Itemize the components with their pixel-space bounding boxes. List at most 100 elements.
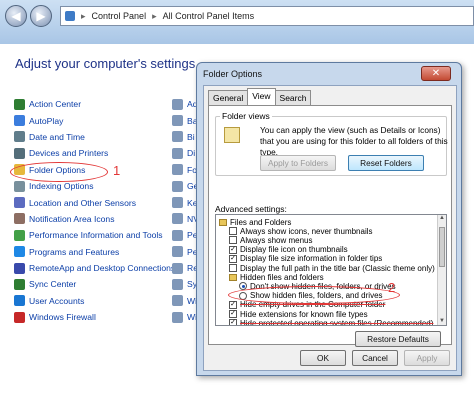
control-panel-item-icon <box>14 131 25 143</box>
scroll-down-arrow-icon[interactable]: ▼ <box>438 318 446 325</box>
checkbox[interactable]: ✓ <box>229 319 237 325</box>
folder-options-dialog: Folder Options ✕ General View Search Fol… <box>196 62 462 376</box>
advanced-settings-scrollbar[interactable]: ▲ ▼ <box>437 215 446 325</box>
breadcrumb-control-panel[interactable]: Control Panel <box>92 11 147 21</box>
control-panel-item[interactable]: Performance Information and Tools <box>14 227 175 243</box>
restore-defaults-button[interactable]: Restore Defaults <box>355 331 441 347</box>
control-panel-item[interactable]: Programs and Features <box>14 244 175 260</box>
control-panel-item[interactable]: Devices and Printers <box>14 145 175 161</box>
control-panel-item-label: Programs and Features <box>29 246 120 257</box>
control-panel-item-label: Di <box>187 148 196 159</box>
control-panel-item-label: Notification Area Icons <box>29 213 115 224</box>
control-panel-item[interactable]: RemoteApp and Desktop Connections <box>14 260 175 276</box>
control-panel-item-icon <box>172 229 183 241</box>
control-panel-icon <box>65 11 75 21</box>
advanced-setting-label: Display the full path in the title bar (… <box>240 263 435 273</box>
advanced-setting-label: Hide protected operating system files (R… <box>240 318 434 326</box>
apply-button[interactable]: Apply <box>404 350 450 366</box>
checkbox[interactable] <box>229 236 237 245</box>
control-panel-item-icon <box>14 295 25 307</box>
apply-to-folders-button[interactable]: Apply to Folders <box>260 155 336 171</box>
checkbox[interactable]: ✓ <box>229 300 237 309</box>
control-panel-item-label: Action Center <box>29 99 82 110</box>
control-panel-item-icon <box>14 262 25 274</box>
breadcrumb-all-items[interactable]: All Control Panel Items <box>163 11 255 21</box>
control-panel-item-label: Location and Other Sensors <box>29 197 137 208</box>
tab-search[interactable]: Search <box>274 90 312 105</box>
control-panel-item-icon <box>14 278 25 290</box>
control-panel-item-icon <box>172 147 183 159</box>
reset-folders-button[interactable]: Reset Folders <box>348 155 424 171</box>
control-panel-item-icon <box>14 115 25 127</box>
advanced-settings-list[interactable]: ▲ ▼ Files and Folders Always show icons, … <box>215 214 447 326</box>
control-panel-item-icon <box>14 229 25 241</box>
folder-views-description: You can apply the view (such as Details … <box>260 125 448 157</box>
tab-strip: General View Search <box>208 88 312 105</box>
control-panel-item-label: Windows Firewall <box>29 312 96 323</box>
control-panel-item-icon <box>172 197 183 209</box>
control-panel-item-icon <box>172 164 183 176</box>
control-panel-item[interactable]: Windows Firewall <box>14 309 175 325</box>
annotation-ellipse-1 <box>10 162 108 182</box>
control-panel-item[interactable]: Notification Area Icons <box>14 211 175 227</box>
control-panel-item[interactable]: User Accounts <box>14 293 175 309</box>
annotation-number-2: 2 <box>388 280 396 295</box>
control-panel-item-label: AutoPlay <box>29 115 64 126</box>
control-panel-item-icon <box>172 115 183 127</box>
folder-icon <box>219 218 227 226</box>
advanced-setting-label: Files and Folders <box>230 217 292 227</box>
control-panel-item-label: RemoteApp and Desktop Connections <box>29 263 176 274</box>
scrollbar-thumb[interactable] <box>439 227 445 267</box>
folder-icon <box>229 273 237 281</box>
advanced-settings-label: Advanced settings: <box>215 204 287 214</box>
control-panel-item-label: Indexing Options <box>29 181 94 192</box>
control-panel-item[interactable]: Date and Time <box>14 129 175 145</box>
checkbox[interactable] <box>229 264 237 272</box>
forward-button[interactable]: ▶ <box>30 5 52 27</box>
control-panel-item-icon <box>14 147 25 159</box>
breadcrumb-separator: ▸ <box>81 10 86 21</box>
control-panel-titlebar: ◀ ▶ ▸ Control Panel ▸ All Control Panel … <box>0 0 474 44</box>
control-panel-item-icon <box>172 311 183 323</box>
control-panel-item[interactable]: Action Center <box>14 96 175 112</box>
control-panel-item-icon <box>14 213 25 225</box>
address-bar[interactable]: ▸ Control Panel ▸ All Control Panel Item… <box>60 6 474 26</box>
dialog-body: General View Search Folder views You can… <box>203 85 457 371</box>
annotation-ellipse-2 <box>228 286 400 304</box>
control-panel-item-icon <box>14 246 25 258</box>
advanced-setting-label: Hide extensions for known file types <box>240 309 368 319</box>
control-panel-item-icon <box>172 278 183 290</box>
ok-button[interactable]: OK <box>300 350 346 366</box>
close-button[interactable]: ✕ <box>421 66 451 81</box>
cancel-button[interactable]: Cancel <box>352 350 398 366</box>
checkbox[interactable]: ✓ <box>229 254 237 263</box>
control-panel-item-icon <box>172 295 183 307</box>
breadcrumb-separator: ▸ <box>152 10 157 21</box>
advanced-setting-row[interactable]: ✓ Hide protected operating system files (… <box>216 318 434 326</box>
scroll-up-arrow-icon[interactable]: ▲ <box>438 215 446 224</box>
back-button[interactable]: ◀ <box>5 5 27 27</box>
control-panel-item-icon <box>172 180 183 192</box>
page-title: Adjust your computer's settings <box>15 56 196 71</box>
checkbox[interactable]: ✓ <box>229 310 237 318</box>
control-panel-item-icon <box>14 98 25 110</box>
control-panel-item[interactable]: Sync Center <box>14 276 175 292</box>
tab-view[interactable]: View <box>247 88 276 105</box>
advanced-setting-label: Always show icons, never thumbnails <box>240 226 373 236</box>
advanced-setting-label: Hidden files and folders <box>240 272 324 282</box>
control-panel-item-icon <box>14 197 25 209</box>
advanced-setting-label: Display file icon on thumbnails <box>240 245 348 255</box>
control-panel-item-icon <box>172 213 183 225</box>
checkbox[interactable]: ✓ <box>229 245 237 254</box>
control-panel-item-icon <box>172 246 183 258</box>
control-panel-item-label: Date and Time <box>29 131 85 142</box>
control-panel-item-label: Sync Center <box>29 279 77 290</box>
annotation-number-1: 1 <box>113 163 121 178</box>
tab-general[interactable]: General <box>208 90 249 105</box>
checkbox[interactable] <box>229 227 237 236</box>
control-panel-item[interactable]: AutoPlay <box>14 112 175 128</box>
folder-views-icon <box>224 127 240 143</box>
control-panel-items: Action Center AutoPlay Date and Time Device… <box>14 96 175 325</box>
control-panel-item[interactable]: Location and Other Sensors <box>14 194 175 210</box>
view-tab-panel: Folder views You can apply the view (suc… <box>208 105 452 347</box>
